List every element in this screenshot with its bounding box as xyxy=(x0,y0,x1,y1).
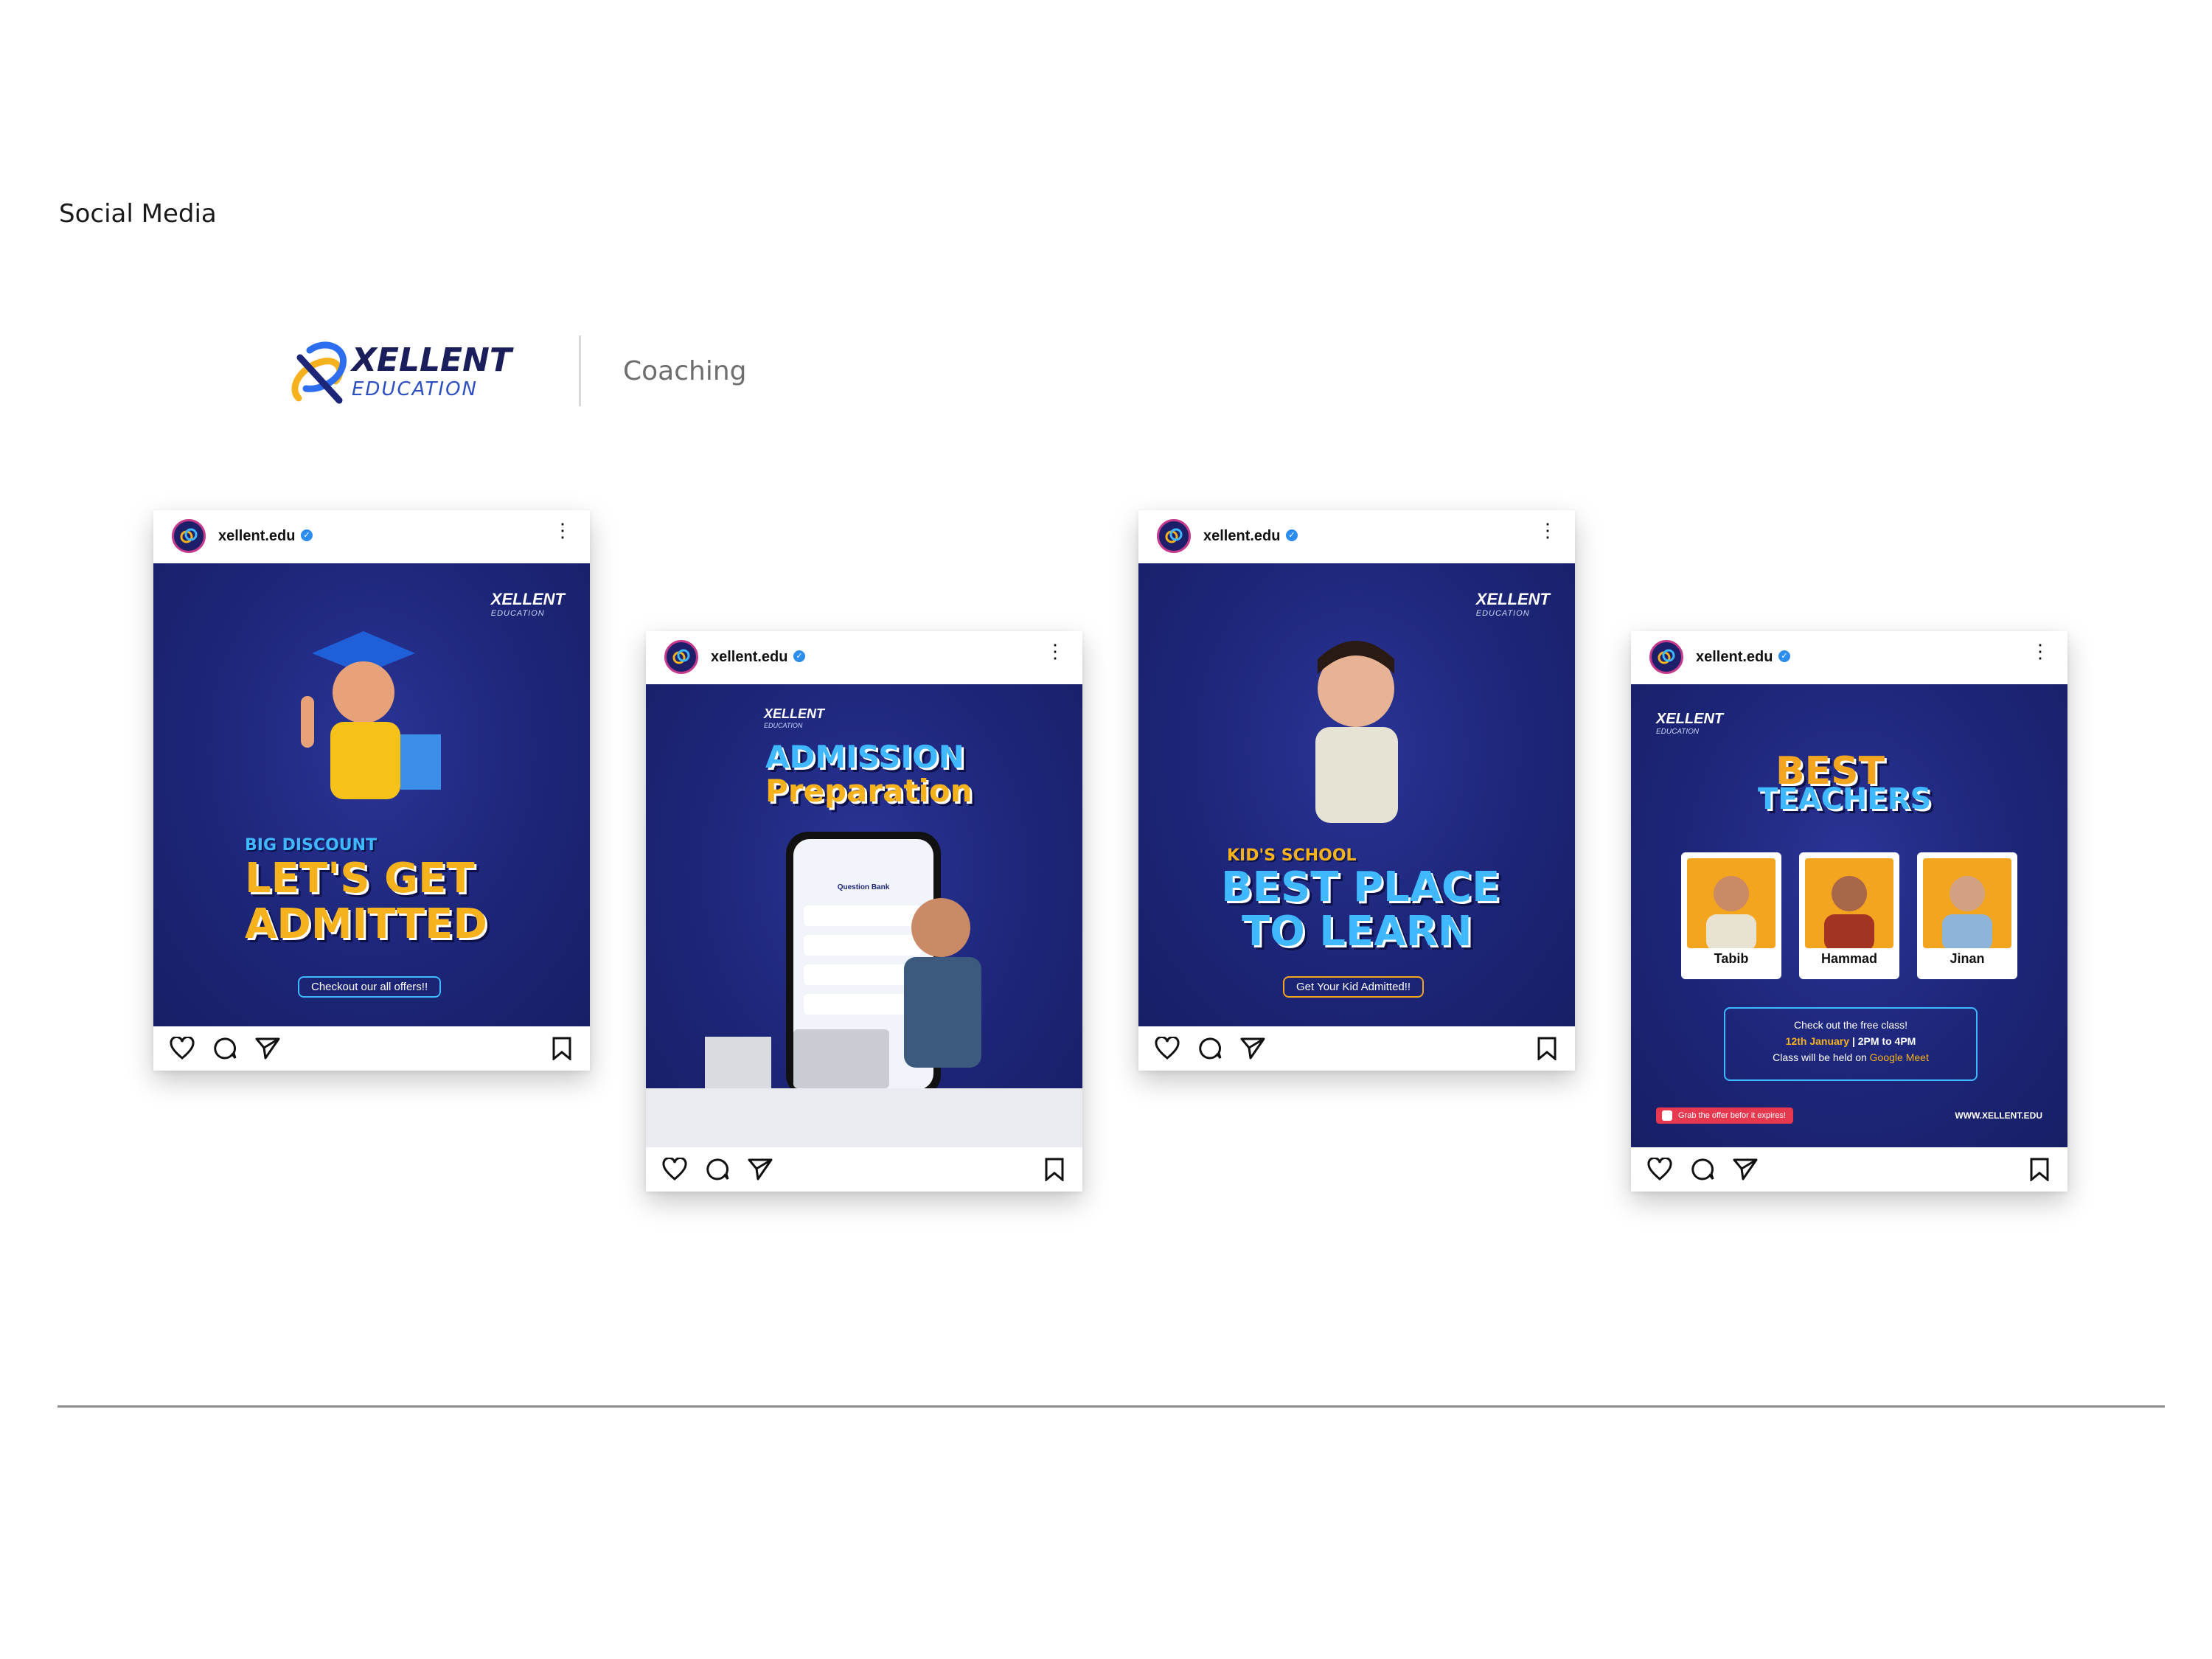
bookmark-icon[interactable] xyxy=(1537,1037,1557,1060)
heart-icon[interactable] xyxy=(662,1158,687,1181)
send-icon[interactable] xyxy=(1240,1037,1265,1060)
post-header: xellent.edu ✓ ⋮ xyxy=(1138,510,1575,563)
info-line3-prefix: Class will be held on xyxy=(1773,1051,1867,1063)
post-actions xyxy=(646,1147,1082,1192)
more-vertical-icon[interactable]: ⋮ xyxy=(553,521,572,540)
teacher-name: Hammad xyxy=(1820,951,1878,966)
post-handle[interactable]: xellent.edu xyxy=(1203,528,1280,545)
send-icon[interactable] xyxy=(1733,1158,1758,1181)
post-actions xyxy=(153,1026,590,1071)
info-platform: Google Meet xyxy=(1869,1051,1929,1063)
teacher-name: Jinan xyxy=(1950,951,1985,966)
teacher-card: Hammad xyxy=(1799,852,1899,979)
xellent-mark-icon xyxy=(1658,649,1675,664)
verified-badge-icon: ✓ xyxy=(301,529,313,541)
teacher-photo xyxy=(1687,858,1775,948)
heart-icon[interactable] xyxy=(1155,1037,1180,1060)
kid-girl-illustration xyxy=(1315,641,1398,823)
more-vertical-icon[interactable]: ⋮ xyxy=(1046,641,1065,661)
kid-graduate-illustration xyxy=(301,631,441,799)
comment-icon[interactable] xyxy=(1690,1158,1715,1181)
xellent-mark-icon xyxy=(180,528,198,543)
avatar[interactable] xyxy=(1157,519,1191,553)
send-icon[interactable] xyxy=(748,1158,773,1181)
info-line3: Class will be held on Google Meet xyxy=(1725,1051,1976,1063)
free-class-info-box: Check out the free class! 12th January |… xyxy=(1724,1007,1978,1081)
post-header: xellent.edu ✓ ⋮ xyxy=(153,510,590,563)
verified-badge-icon: ✓ xyxy=(793,650,805,662)
comment-icon[interactable] xyxy=(1197,1037,1222,1060)
brand-header: XELLENT EDUCATION Coaching xyxy=(284,328,800,417)
verified-badge-icon: ✓ xyxy=(1286,529,1298,541)
post-image: XELLENT EDUCATION KID'S SCHOOL BEST PLACE… xyxy=(1138,563,1575,1026)
post-image: XELLENT EDUCATION BIG DISCOUNT LET'S GET … xyxy=(153,563,590,1026)
student-laptop-illustration xyxy=(646,898,1082,1147)
post-headline-line2: TO LEARN xyxy=(1242,908,1472,956)
brand-divider xyxy=(579,335,581,406)
comment-icon[interactable] xyxy=(212,1037,237,1060)
post-logo: XELLENT EDUCATION xyxy=(1656,711,1723,736)
brand-tag: Coaching xyxy=(623,356,747,386)
post-card-3: xellent.edu ✓ ⋮ XELLENT EDUCATION KID'S S… xyxy=(1138,510,1575,1071)
send-icon[interactable] xyxy=(255,1037,280,1060)
offer-banner[interactable]: Grab the offer befor it expires! xyxy=(1656,1107,1793,1124)
post-handle[interactable]: xellent.edu xyxy=(1696,649,1773,666)
comment-icon[interactable] xyxy=(705,1158,730,1181)
post-card-4: xellent.edu ✓ ⋮ XELLENT EDUCATION BEST TE… xyxy=(1631,631,2067,1192)
post-logo-sub: EDUCATION xyxy=(1656,728,1700,736)
post-headline-line1: LET'S GET xyxy=(245,855,475,902)
teacher-name: Tabib xyxy=(1714,951,1749,966)
post-handle[interactable]: xellent.edu xyxy=(711,649,787,666)
instagram-icon xyxy=(1662,1110,1672,1121)
post-headline-line2: TEACHERS xyxy=(1758,782,1932,816)
post-handle[interactable]: xellent.edu xyxy=(218,528,295,545)
footer-divider xyxy=(58,1405,2165,1408)
section-title: Social Media xyxy=(59,199,217,229)
info-line2: 12th January | 2PM to 4PM xyxy=(1785,1035,1916,1047)
brand-logo: XELLENT EDUCATION xyxy=(284,335,512,417)
avatar[interactable] xyxy=(172,519,206,553)
teacher-card: Tabib xyxy=(1681,852,1781,979)
verified-badge-icon: ✓ xyxy=(1778,650,1790,662)
post-actions xyxy=(1631,1147,2067,1192)
more-vertical-icon[interactable]: ⋮ xyxy=(1538,521,1557,540)
post-cta-button[interactable]: Get Your Kid Admitted!! xyxy=(1283,976,1425,998)
offer-text: Grab the offer befor it expires! xyxy=(1678,1111,1786,1120)
teacher-photo xyxy=(1923,858,2011,948)
post-kicker: BIG DISCOUNT xyxy=(245,836,378,855)
post-image: XELLENT EDUCATION BEST TEACHERS Tabib Ham… xyxy=(1631,684,2067,1147)
bookmark-icon[interactable] xyxy=(1044,1158,1065,1181)
info-line1: Check out the free class! xyxy=(1793,1019,1908,1031)
more-vertical-icon[interactable]: ⋮ xyxy=(2031,641,2050,661)
post-headline-line2: ADMITTED xyxy=(245,900,487,948)
xellent-mark-icon xyxy=(1165,528,1183,543)
heart-icon[interactable] xyxy=(170,1037,195,1060)
post-header: xellent.edu ✓ ⋮ xyxy=(1631,631,2067,684)
heart-icon[interactable] xyxy=(1647,1158,1672,1181)
bookmark-icon[interactable] xyxy=(552,1037,572,1060)
info-date: 12th January xyxy=(1785,1035,1850,1047)
brand-name: XELLENT xyxy=(352,341,512,379)
avatar[interactable] xyxy=(664,640,698,674)
info-time: 2PM to 4PM xyxy=(1857,1035,1916,1047)
post-cta-button[interactable]: Checkout our all offers!! xyxy=(298,976,442,998)
teacher-photo xyxy=(1805,858,1893,948)
teacher-card: Jinan xyxy=(1917,852,2017,979)
post-logo-text: XELLENT xyxy=(1656,711,1724,727)
bookmark-icon[interactable] xyxy=(2029,1158,2050,1181)
avatar[interactable] xyxy=(1649,640,1683,674)
post-headline-line1: BEST PLACE xyxy=(1221,863,1500,911)
post-header: xellent.edu ✓ ⋮ xyxy=(646,631,1082,684)
post-card-1: xellent.edu ✓ ⋮ XELLENT EDUCATION BIG DIS… xyxy=(153,510,590,1071)
post-card-2: xellent.edu ✓ ⋮ XELLENT EDUCATION ADMISSI… xyxy=(646,631,1082,1192)
post-kicker: KID'S SCHOOL xyxy=(1227,846,1357,865)
xellent-mark-icon xyxy=(672,649,690,664)
post-actions xyxy=(1138,1026,1575,1071)
post-image: XELLENT EDUCATION ADMISSION Preparation Q… xyxy=(646,684,1082,1147)
website-url[interactable]: WWW.XELLENT.EDU xyxy=(1955,1110,2042,1121)
brand-sub: EDUCATION xyxy=(352,378,478,400)
